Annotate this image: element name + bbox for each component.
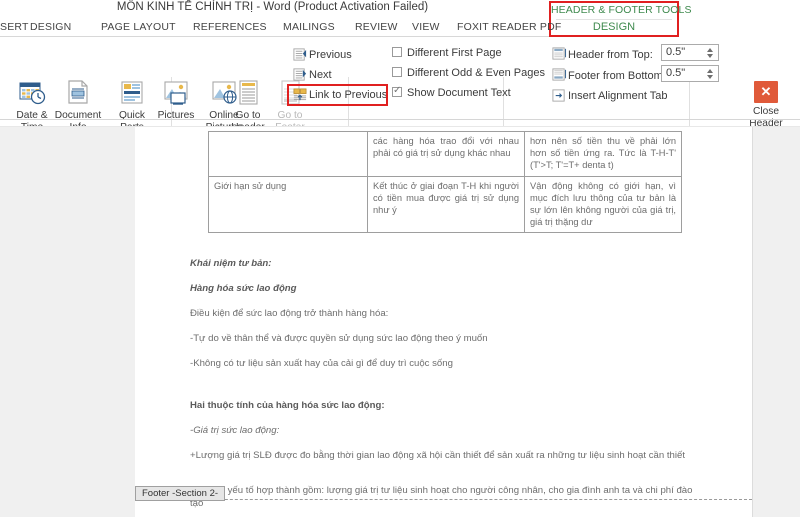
ribbon-tab-design[interactable]: DESIGN: [30, 21, 71, 33]
word-application-window: MÔN KINH TẾ CHÍNH TRỊ - Word (Product Ac…: [0, 0, 800, 517]
previous-icon: [292, 47, 309, 62]
ribbon-tab-bar: SERT DESIGN PAGE LAYOUT REFERENCES MAILINGS R…: [0, 18, 561, 37]
header-from-top-icon: [551, 46, 568, 61]
next-section-label: Next: [309, 69, 332, 81]
header-from-top-input[interactable]: 0.5": [661, 44, 719, 61]
contextual-tools-divider: [556, 19, 672, 20]
ribbon-tab-references[interactable]: REFERENCES: [193, 21, 267, 33]
show-document-text-label: Show Document Text: [407, 87, 511, 99]
link-to-previous-button[interactable]: Link to Previous: [292, 87, 387, 104]
document-paragraph: Hàng hóa sức lao động: [190, 283, 297, 294]
calendar-clock-icon: [16, 78, 48, 108]
table-row: Giới hạn sử dụng Kết thúc ở giai đoạn T-H…: [208, 175, 682, 234]
contextual-tools-title: HEADER & FOOTER TOOLS: [551, 4, 692, 16]
table-cell: Kết thúc ở giai đoạn T-H khi người có ti…: [367, 175, 525, 234]
footer-from-bottom-input[interactable]: 0.5": [661, 65, 719, 82]
goto-header-icon: [232, 78, 264, 108]
footer-boundary-dashed-line: [135, 499, 752, 500]
show-document-text-checkbox-box[interactable]: [392, 85, 402, 97]
document-page[interactable]: các hàng hóa trao đổi với nhau phải có g…: [135, 127, 752, 517]
comparison-table: các hàng hóa trao đổi với nhau phải có g…: [208, 131, 682, 234]
table-cell: [208, 131, 368, 177]
header-from-top-value: 0.5": [666, 46, 686, 58]
table-cell: các hàng hóa trao đổi với nhau phải có g…: [367, 131, 525, 177]
footer-section-tag: Footer -Section 2-: [135, 486, 226, 501]
document-canvas: các hàng hóa trao đổi với nhau phải có g…: [0, 127, 800, 517]
table-row: các hàng hóa trao đổi với nhau phải có g…: [208, 131, 682, 177]
document-paragraph: +Những yếu tố hợp thành gồm: lượng giá t…: [190, 485, 693, 509]
quick-parts-icon: [116, 78, 148, 108]
next-icon: [292, 67, 309, 82]
ribbon: Close Header and Footer InsertNavigation…: [0, 37, 800, 154]
ribbon-tab-view[interactable]: VIEW: [412, 21, 440, 33]
pictures-icon: [160, 78, 192, 108]
different-odd-even-pages-checkbox[interactable]: Different Odd & Even Pages: [392, 67, 545, 79]
document-paragraph: Điều kiện để sức lao động trở thành hàng…: [190, 308, 389, 319]
table-cell: Vận động không có giới hạn, vì mục đích …: [524, 175, 682, 234]
document-paragraph: Khái niệm tư bản:: [190, 258, 272, 269]
different-first-page-checkbox-box[interactable]: [392, 47, 402, 57]
footer-from-bottom-value: 0.5": [666, 67, 686, 79]
header-from-top-label: Header from Top:: [568, 49, 653, 61]
different-odd-even-pages-checkbox-box[interactable]: [392, 67, 402, 77]
document-paragraph: Hai thuộc tính của hàng hóa sức lao động…: [190, 400, 385, 411]
alignment-tab-icon: [551, 88, 568, 103]
ribbon-tab-mailings[interactable]: MAILINGS: [283, 21, 335, 33]
document-paragraph: -Tự do về thân thể và được quyền sử dụng…: [190, 333, 488, 344]
ribbon-tab-review[interactable]: REVIEW: [355, 21, 398, 33]
different-odd-even-pages-label: Different Odd & Even Pages: [407, 67, 545, 79]
document-paragraph: -Giá trị sức lao động:: [190, 425, 280, 436]
ribbon-tab-page-layout[interactable]: PAGE LAYOUT: [101, 21, 176, 33]
header-from-top-spinner-arrows-icon[interactable]: [705, 45, 716, 60]
document-paragraph: -Không có tư liệu sản xuất hay của cải g…: [190, 358, 453, 369]
close-x-icon: [754, 81, 778, 103]
insert-alignment-tab-label: Insert Alignment Tab: [568, 90, 668, 102]
footer-from-bottom-row: Footer from Bottom:: [551, 67, 666, 82]
insert-alignment-tab-button[interactable]: Insert Alignment Tab: [551, 88, 667, 105]
table-cell: hơn nên số tiền thu về phải lớn hơn số t…: [524, 131, 682, 177]
table-cell: Giới hạn sử dụng: [208, 175, 368, 234]
previous-section-button[interactable]: Previous: [292, 47, 352, 64]
header-and-footer-tools-group: HEADER & FOOTER TOOLS DESIGN: [549, 1, 692, 37]
different-first-page-checkbox[interactable]: Different First Page: [392, 47, 502, 59]
document-info-button[interactable]: DocumentInfo: [50, 78, 106, 133]
ribbon-tab-foxit-reader-pdf[interactable]: FOXIT READER PDF: [457, 21, 562, 33]
footer-from-bottom-icon: [551, 67, 568, 82]
footer-from-bottom-label: Footer from Bottom:: [568, 70, 666, 82]
next-section-button[interactable]: Next: [292, 67, 332, 84]
footer-from-bottom-spinner-arrows-icon[interactable]: [705, 66, 716, 81]
ribbon-tab-sert[interactable]: SERT: [0, 21, 29, 33]
document-info-icon: [62, 78, 94, 108]
page-right-edge: [752, 127, 753, 517]
link-to-previous-icon: [292, 87, 309, 102]
different-first-page-label: Different First Page: [407, 47, 502, 59]
show-document-text-checkbox[interactable]: Show Document Text: [392, 85, 511, 99]
previous-section-label: Previous: [309, 49, 352, 61]
link-to-previous-label: Link to Previous: [309, 89, 388, 101]
header-from-top-row: Header from Top:: [551, 46, 653, 61]
window-title: MÔN KINH TẾ CHÍNH TRỊ - Word (Product Ac…: [116, 1, 429, 13]
document-paragraph: +Lượng giá trị SLĐ được đo bằng thời gia…: [190, 450, 685, 461]
tab-design-contextual[interactable]: DESIGN: [551, 21, 677, 33]
ribbon-bottom-border: [0, 119, 800, 120]
